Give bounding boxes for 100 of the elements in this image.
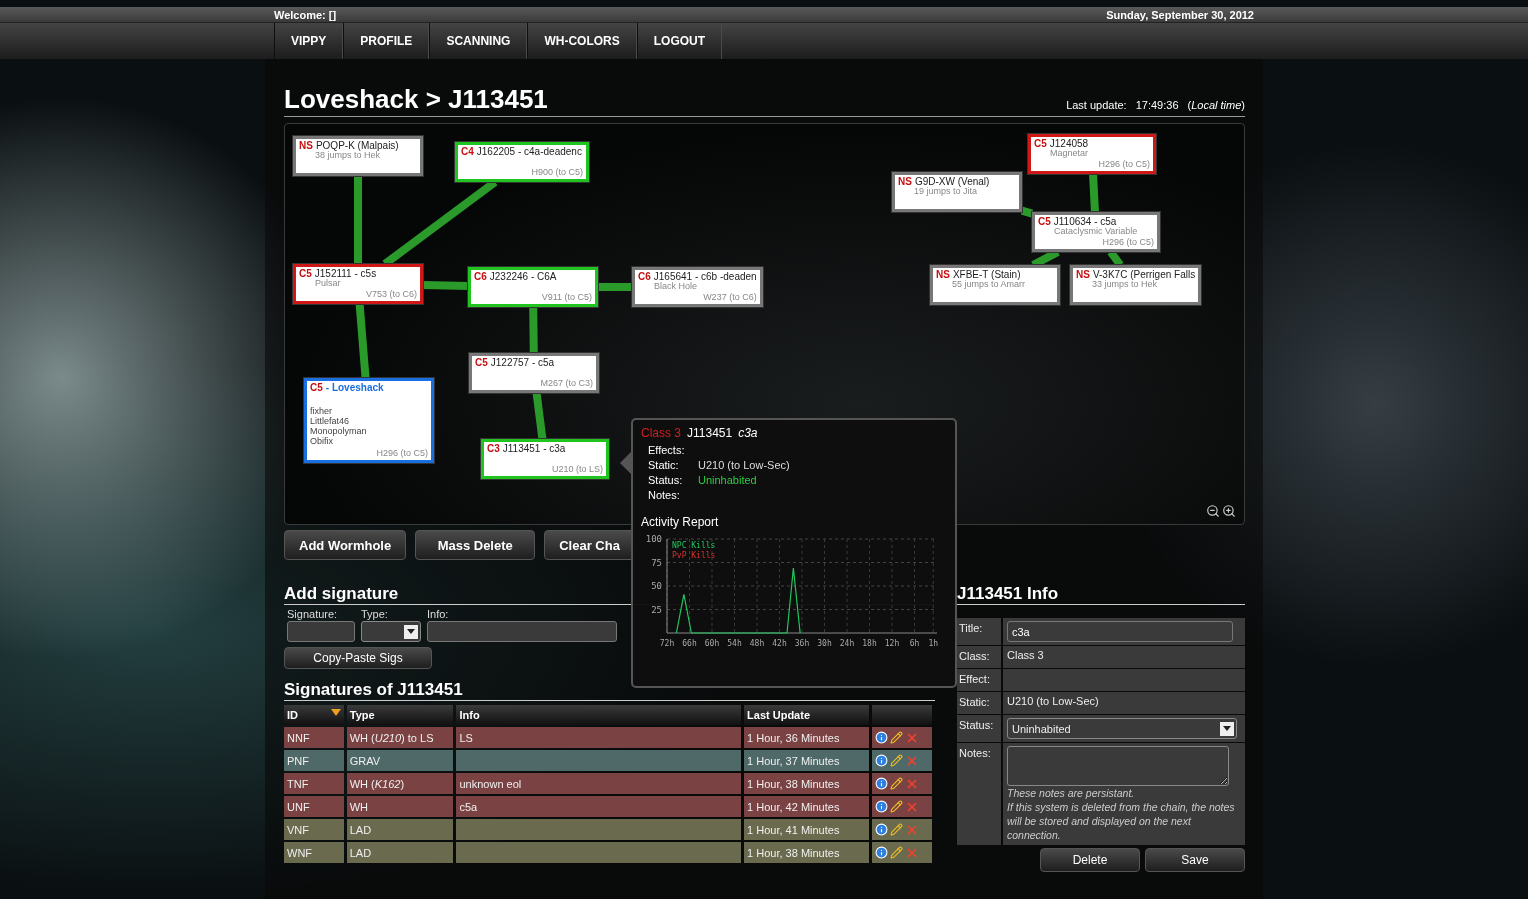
system-node[interactable]: C5 - Loveshack fixher Littlefat46 Monopolyman Obifix H296 (to C5) xyxy=(304,378,434,463)
nav-link[interactable]: PROFILE xyxy=(343,23,430,59)
static-label: H296 (to C5) xyxy=(1102,237,1154,247)
field-label: Info: xyxy=(427,608,450,620)
type-select[interactable] xyxy=(361,621,421,642)
column-header[interactable]: ID xyxy=(284,705,344,725)
system-name: J165641 - c6b -deaden xyxy=(653,271,757,282)
system-node[interactable]: C5 J152111 - c5s Pulsar V753 (to C6) xyxy=(293,264,423,304)
system-node[interactable]: C6 J165641 - c6b -deaden Black Hole W237 (to C6) xyxy=(632,267,763,307)
class-label: C6 xyxy=(474,271,487,282)
edit-icon[interactable] xyxy=(889,754,903,767)
tick-label: 1h xyxy=(928,639,939,648)
table-cell-text: LS xyxy=(458,730,474,746)
signature-row[interactable]: TNF WH (K162) unknown eol 1 Hour, 38 Minutes xyxy=(284,773,932,794)
signature-row[interactable]: UNF WH c5a 1 Hour, 42 Minutes xyxy=(284,796,932,817)
signature-row[interactable]: NNF WH (U210) to LS LS 1 Hour, 36 Minutes xyxy=(284,727,932,748)
info-icon[interactable] xyxy=(874,731,888,744)
info-icon[interactable] xyxy=(874,823,888,836)
column-header[interactable]: Last Update xyxy=(744,705,869,725)
title-input[interactable]: c3a xyxy=(1007,621,1233,642)
table-cell-text: NNF xyxy=(286,730,311,746)
tick-label: 100 xyxy=(645,534,662,544)
class-label: NS xyxy=(299,140,313,151)
tick-label: 30h xyxy=(817,639,832,648)
system-info: 33 jumps to Hek xyxy=(1092,280,1158,289)
table-cell-text: LAD xyxy=(348,822,373,838)
system-node[interactable]: C5 J110634 - c5a Cataclysmic Variable H296 (to C5) xyxy=(1032,212,1160,252)
edit-icon[interactable] xyxy=(889,800,903,813)
info-value: U210 (to Low-Sec) xyxy=(1003,692,1245,714)
static-label: H296 (to C5) xyxy=(1098,159,1150,169)
column-header[interactable]: Type xyxy=(346,705,454,725)
zoom-out-icon[interactable] xyxy=(1206,504,1220,518)
system-node[interactable]: C3 J113451 - c3a U210 (to LS) xyxy=(481,439,609,479)
table-cell-text: LAD xyxy=(348,845,373,861)
nav-link[interactable]: VIPPY xyxy=(274,23,344,59)
tick-label: 18h xyxy=(862,639,877,648)
input-field[interactable] xyxy=(287,621,355,642)
signature-row[interactable]: WNF LAD 1 Hour, 38 Minutes xyxy=(284,842,932,863)
nav-link[interactable]: LOGOUT xyxy=(636,23,723,59)
system-info: 19 jumps to Jita xyxy=(914,187,978,196)
system-name: - Loveshack xyxy=(325,382,384,393)
tooltip-label: Status: xyxy=(648,474,684,486)
form-button[interactable]: Save xyxy=(1145,848,1245,872)
table-cell-text: VNF xyxy=(286,822,310,838)
class-label: C5 xyxy=(475,357,488,368)
last-update-time: 17:49:36 xyxy=(1135,99,1179,111)
edit-icon[interactable] xyxy=(889,777,903,790)
copy-paste-button[interactable]: Copy-Paste Sigs xyxy=(284,647,432,669)
table-cell-text: 1 Hour, 38 Minutes xyxy=(746,776,841,792)
system-node[interactable]: C5 J124058 Magnetar H296 (to C5) xyxy=(1028,134,1156,174)
static-label: H296 (to C5) xyxy=(376,448,428,458)
system-node[interactable]: NS POQP-K (Malpais) 38 jumps to Hek xyxy=(293,136,423,176)
class-label: C3 xyxy=(487,443,500,454)
static-label: V911 (to C5) xyxy=(541,292,592,302)
notes-hint: These notes are persistant. xyxy=(1007,786,1136,800)
info-icon[interactable] xyxy=(874,846,888,859)
map-action-button[interactable]: Mass Delete xyxy=(415,530,536,560)
table-cell-text: TNF xyxy=(286,776,310,792)
edit-icon[interactable] xyxy=(889,846,903,859)
system-node[interactable]: C5 J122757 - c5a M267 (to C3) xyxy=(469,353,599,393)
notes-hint: If this system is deleted from the chain, the notes will be stored and displayed on the next connection. xyxy=(1007,800,1236,842)
static-label: V753 (to C6) xyxy=(365,289,417,299)
form-button[interactable]: Delete xyxy=(1040,848,1140,872)
signature-row[interactable]: PNF GRAV 1 Hour, 37 Minutes xyxy=(284,750,932,771)
signature-row[interactable]: VNF LAD 1 Hour, 41 Minutes xyxy=(284,819,932,840)
static-label: U210 (to LS) xyxy=(551,464,603,474)
class-label: Class 3 xyxy=(641,426,681,440)
edit-icon[interactable] xyxy=(889,731,903,744)
system-node[interactable]: C4 J162205 - c4a-deadenc H900 (to C5) xyxy=(455,142,589,182)
map-action-button[interactable]: Add Wormhole xyxy=(284,530,407,560)
date-text: Sunday, September 30, 2012 xyxy=(1106,8,1254,21)
system-node[interactable]: NS V-3K7C (Perrigen Falls 33 jumps to Hek xyxy=(1070,265,1202,305)
system-node[interactable]: C6 J232246 - C6A V911 (to C5) xyxy=(468,267,598,307)
tick-label: 50 xyxy=(651,581,662,591)
dropdown-caret-icon[interactable] xyxy=(404,624,418,639)
info-icon[interactable] xyxy=(874,777,888,790)
system-node[interactable]: NS XFBE-T (Stain) 55 jumps to Amarr xyxy=(930,265,1060,305)
nav-link[interactable]: SCANNING xyxy=(429,23,528,59)
info-icon[interactable] xyxy=(874,800,888,813)
system-info: Magnetar xyxy=(1050,149,1090,158)
class-label: C5 xyxy=(1034,138,1047,149)
zoom-in-icon[interactable] xyxy=(1222,504,1236,518)
info-icon[interactable] xyxy=(874,754,888,767)
table-cell-text: WH (K162) xyxy=(348,776,406,792)
tick-label: 72h xyxy=(659,639,675,648)
nav-link[interactable]: WH-COLORS xyxy=(527,23,637,59)
input-field[interactable] xyxy=(427,621,617,642)
system-name: J110634 - c5a xyxy=(1053,216,1117,227)
tooltip-value: Uninhabited xyxy=(698,474,758,486)
legend-label: NPC Kills xyxy=(672,541,716,550)
notes-field[interactable] xyxy=(1007,746,1229,786)
dropdown-caret-icon[interactable] xyxy=(1220,721,1234,736)
table-cell-text: WH xyxy=(348,799,370,815)
system-node[interactable]: NS G9D-XW (Venal) 19 jumps to Jita xyxy=(892,172,1022,212)
column-header[interactable]: Info xyxy=(456,705,742,725)
edit-icon[interactable] xyxy=(889,823,903,836)
tick-label: 54h xyxy=(727,639,742,648)
status-select[interactable]: Uninhabited xyxy=(1007,718,1237,739)
system-name: XFBE-T (Stain) xyxy=(952,269,1021,280)
static-label: M267 (to C3) xyxy=(540,378,593,388)
